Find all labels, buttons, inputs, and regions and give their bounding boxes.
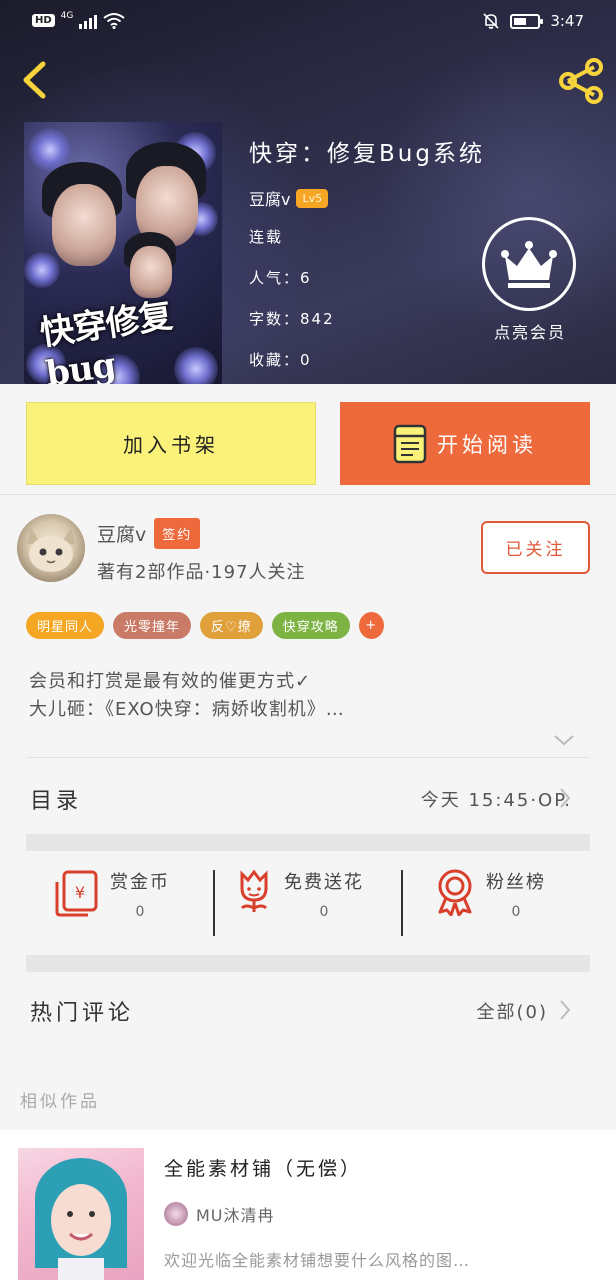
favorites-count: 收藏：0 (249, 351, 312, 369)
reward-fans[interactable]: 粉丝榜 0 (434, 868, 546, 938)
similar-author-avatar (164, 1202, 188, 1226)
signal-icon (79, 13, 98, 29)
popularity: 人气：6 (249, 269, 312, 287)
vertical-divider (401, 870, 403, 936)
reward-fans-value: 0 (511, 904, 521, 920)
reward-flowers-value: 0 (319, 904, 329, 920)
add-to-shelf-label: 加入书架 (123, 433, 219, 457)
battery-icon (510, 13, 544, 29)
reward-flowers-label: 免费送花 (284, 872, 364, 893)
author-name-row: 豆腐v 签约 (97, 518, 201, 549)
catalog-update-row[interactable]: 今天 15:45·OP. (421, 786, 572, 812)
wifi-icon (103, 13, 125, 29)
author-name[interactable]: 豆腐v (97, 520, 146, 547)
similar-works-label: 相似作品 (20, 1092, 100, 1112)
serial-status: 连载 (249, 228, 284, 246)
similar-work-description: 欢迎光临全能素材铺想要什么风格的图… (164, 1251, 471, 1270)
vip-label: 点亮会员 (493, 323, 566, 342)
flower-icon (240, 869, 268, 912)
book-info: 快穿：修复Bug系统 豆腐v Lv5 连载 人气：6 字数：842 收藏：0 (249, 134, 485, 375)
clock: 3:47 (550, 12, 584, 30)
reward-coins-value: 0 (135, 904, 145, 920)
reward-coins-label: 赏金币 (110, 872, 170, 893)
similar-work-card[interactable]: 全能素材铺（无偿） MU沐清冉 欢迎光临全能素材铺想要什么风格的图… (0, 1130, 616, 1280)
author-avatar[interactable] (17, 514, 85, 582)
similar-work-title[interactable]: 全能素材铺（无偿） (164, 1154, 362, 1181)
chevron-right-icon[interactable] (558, 999, 572, 1021)
book-header: HD 4G 3:47 快穿修复bug 快穿：修复Bug系统 豆腐v Lv5 连载… (0, 0, 616, 384)
divider (26, 757, 590, 758)
chevron-down-icon[interactable] (553, 733, 575, 747)
vertical-divider (213, 870, 215, 936)
start-reading-label: 开始阅读 (437, 432, 537, 457)
tag-0[interactable]: 明星同人 (26, 612, 105, 639)
share-icon (559, 58, 603, 104)
hd-indicator: HD (32, 14, 55, 27)
book-author-line[interactable]: 豆腐v Lv5 (249, 185, 485, 211)
vip-button[interactable]: 点亮会员 (482, 217, 578, 343)
book-icon (393, 424, 427, 463)
start-reading-button[interactable]: 开始阅读 (340, 402, 590, 485)
share-button[interactable] (556, 56, 606, 106)
reward-flowers[interactable]: 免费送花 0 (234, 868, 364, 938)
book-cover[interactable]: 快穿修复bug (24, 122, 222, 384)
bell-muted-icon (483, 13, 499, 29)
section-separator (26, 955, 590, 972)
crown-icon (482, 217, 576, 311)
book-description[interactable]: 会员和打赏是最有效的催更方式✓ 大儿砸：《EXO快穿：病娇收割机》… (29, 668, 589, 724)
book-title: 快穿：修复Bug系统 (249, 141, 485, 167)
signed-badge: 签约 (154, 518, 201, 549)
tag-3[interactable]: 快穿攻略 (271, 612, 350, 639)
description-line-2: 大儿砸：《EXO快穿：病娇收割机》… (29, 699, 345, 720)
status-bar: HD 4G 3:47 (0, 0, 616, 46)
reward-fans-label: 粉丝榜 (486, 872, 546, 893)
similar-author-name: MU沐清冉 (196, 1206, 275, 1225)
similar-work-cover[interactable] (18, 1148, 144, 1280)
add-to-shelf-button[interactable]: 加入书架 (26, 402, 316, 485)
section-separator (26, 834, 590, 851)
back-arrow-icon (23, 61, 46, 99)
catalog-update-time: 今天 15:45·OP. (420, 790, 572, 811)
back-button[interactable] (14, 56, 54, 104)
all-comments-label: 全部(0) (476, 1002, 548, 1023)
follow-button[interactable]: 已关注 (481, 521, 590, 574)
description-line-1: 会员和打赏是最有效的催更方式✓ (29, 671, 312, 692)
word-count: 字数：842 (249, 310, 335, 328)
similar-work-author: MU沐清冉 (164, 1202, 275, 1226)
author-stats: 著有2部作品·197人关注 (97, 562, 306, 583)
chevron-right-icon[interactable] (558, 787, 572, 809)
hot-comments-label: 热门评论 (30, 1001, 135, 1026)
svg-text:¥: ¥ (75, 883, 85, 902)
tag-1[interactable]: 光零撞年 (113, 612, 192, 639)
network-type: 4G (60, 10, 74, 21)
medal-icon (438, 869, 472, 916)
catalog-label[interactable]: 目录 (30, 783, 82, 815)
tag-list: 明星同人 光零撞年 反♡撩 快穿攻略 + (26, 612, 384, 639)
coin-envelope-icon: ¥ (55, 870, 98, 917)
divider (0, 494, 616, 495)
cover-title-art: 快穿修复bug (37, 295, 175, 384)
book-author[interactable]: 豆腐v (249, 186, 290, 210)
tag-2[interactable]: 反♡撩 (200, 612, 263, 639)
level-badge: Lv5 (296, 188, 329, 208)
all-comments-link[interactable]: 全部(0) (477, 998, 549, 1024)
follow-label: 已关注 (505, 540, 566, 560)
more-tags-button[interactable]: + (358, 612, 384, 639)
reward-coins[interactable]: ¥ 赏金币 0 (54, 868, 170, 938)
